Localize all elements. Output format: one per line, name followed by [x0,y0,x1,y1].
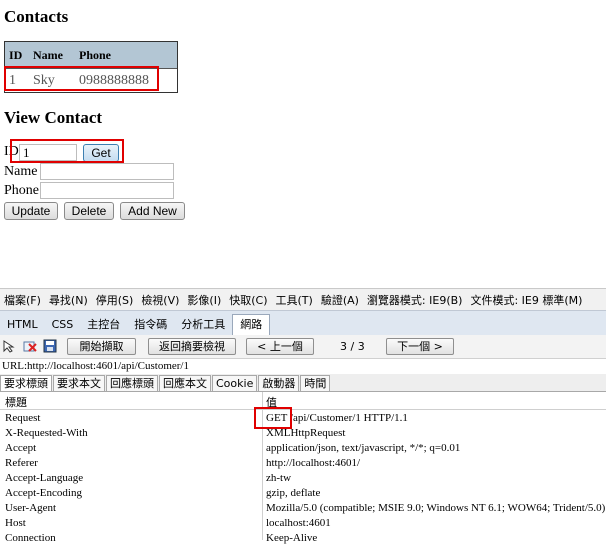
table-row[interactable]: Connection Keep-Alive [0,531,606,546]
tab-script[interactable]: 指令碼 [127,315,174,335]
menu-document-mode[interactable]: 文件模式: IE9 標準(M) [470,292,582,308]
phone-label: Phone [4,183,39,198]
start-capture-button[interactable]: 開始擷取 [67,338,136,355]
menu-file[interactable]: 檔案(F) [4,292,41,308]
col-header-name: Name [33,47,63,62]
menu-tools[interactable]: 工具(T) [276,292,313,308]
next-button[interactable]: 下一個 > [386,338,454,355]
tab-network[interactable]: 網路 [232,314,271,335]
menu-cache[interactable]: 快取(C) [229,292,267,308]
row-highlight-box [4,66,159,91]
headers-table-header: 標題 值 [0,392,606,410]
header-value: gzip, deflate [266,487,321,499]
view-contact-title: View Contact [4,108,103,127]
table-row[interactable]: Referer http://localhost:4601/ [0,456,606,471]
devtools-tabbar: HTML CSS 主控台 指令碼 分析工具 網路 [0,310,606,336]
menu-browser-mode[interactable]: 瀏覽器模式: IE9(B) [367,292,463,308]
subtab-request-headers[interactable]: 要求標頭 [0,375,52,391]
table-row[interactable]: X-Requested-With XMLHttpRequest [0,426,606,441]
header-key: Accept-Encoding [5,487,82,499]
header-key: Connection [5,532,56,544]
header-key: X-Requested-With [5,427,88,439]
tab-html[interactable]: HTML [0,315,45,335]
add-new-button[interactable]: Add New [120,202,185,220]
tab-console[interactable]: 主控台 [80,315,127,335]
devtools-toolbar: 開始擷取 返回摘要檢視 < 上一個 3 / 3 下一個 > [0,335,606,359]
header-key: Request [5,412,41,424]
request-url: URL:http://localhost:4601/api/Customer/1 [2,360,189,372]
header-value: http://localhost:4601/ [266,457,361,469]
header-value: zh-tw [266,472,292,484]
result-counter: 3 / 3 [340,340,365,353]
name-label: Name [4,164,38,179]
header-value: application/json, text/javascript, */*; … [266,442,461,454]
menu-view[interactable]: 檢視(V) [141,292,179,308]
header-key: Host [5,517,26,529]
table-row[interactable]: Accept-Encoding gzip, deflate [0,486,606,501]
back-summary-button[interactable]: 返回摘要檢視 [148,338,236,355]
clear-cache-icon[interactable] [23,340,37,353]
save-icon[interactable] [43,339,57,353]
header-key: Accept-Language [5,472,84,484]
request-method-highlight-box [254,407,292,429]
subtab-initiator[interactable]: 啟動器 [258,375,300,391]
devtools-menubar: 檔案(F) 尋找(N) 停用(S) 檢視(V) 影像(I) 快取(C) 工具(T… [0,288,606,310]
table-row[interactable]: Request GET /api/Customer/1 HTTP/1.1 [0,411,606,426]
menu-find[interactable]: 尋找(N) [49,292,88,308]
header-value: Keep-Alive [266,532,318,544]
prev-button[interactable]: < 上一個 [246,338,314,355]
subtab-cookies[interactable]: Cookie [212,375,258,391]
contacts-table-header: ID Name Phone [5,42,177,69]
tab-css[interactable]: CSS [45,315,81,335]
select-element-icon[interactable] [3,340,15,353]
table-row[interactable]: Accept application/json, text/javascript… [0,441,606,456]
menu-images[interactable]: 影像(I) [187,292,221,308]
header-key: Accept [5,442,37,454]
get-highlight-box [10,139,124,163]
subtab-response-body[interactable]: 回應本文 [159,375,211,391]
subtab-request-body[interactable]: 要求本文 [53,375,105,391]
subtab-response-headers[interactable]: 回應標頭 [106,375,158,391]
name-input[interactable] [40,163,174,180]
delete-button[interactable]: Delete [64,202,114,220]
header-key: User-Agent [5,502,57,514]
detail-subtabs: 要求標頭 要求本文 回應標頭 回應本文 Cookie 啟動器 時間 [0,374,606,392]
col-header-id: ID [9,47,23,62]
table-row[interactable]: Accept-Language zh-tw [0,471,606,486]
menu-disable[interactable]: 停用(S) [96,292,134,308]
phone-input[interactable] [40,182,174,199]
contacts-title: Contacts [4,7,69,26]
tab-profiler[interactable]: 分析工具 [174,315,232,335]
header-value: localhost:4601 [266,517,331,529]
header-key: Referer [5,457,38,469]
col-header-phone: Phone [79,47,112,62]
subtab-timings[interactable]: 時間 [300,375,331,391]
table-row[interactable]: User-Agent Mozilla/5.0 (compatible; MSIE… [0,501,606,516]
col-header-key[interactable]: 標題 [5,394,27,410]
update-button[interactable]: Update [4,202,58,220]
menu-validate[interactable]: 驗證(A) [321,292,359,308]
table-row[interactable]: Host localhost:4601 [0,516,606,531]
header-value: Mozilla/5.0 (compatible; MSIE 9.0; Windo… [266,502,606,514]
